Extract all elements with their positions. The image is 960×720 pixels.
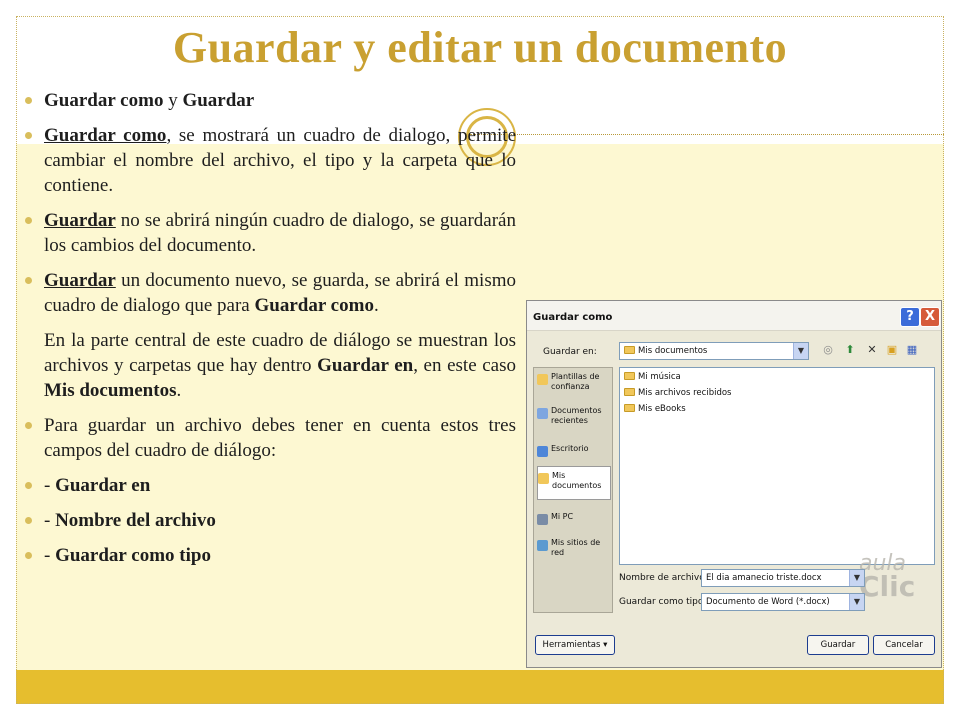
- place-label: Mis documentos: [552, 471, 602, 490]
- save-in-label: Guardar en:: [543, 347, 597, 357]
- dialog-title: Guardar como: [533, 312, 613, 323]
- folder-icon: [537, 374, 548, 385]
- tools-button[interactable]: Herramientas ▾: [535, 635, 615, 655]
- filename-label: Nombre de archivo:: [619, 573, 708, 583]
- place-my-pc[interactable]: Mi PC: [537, 512, 611, 525]
- chevron-down-icon[interactable]: ▼: [793, 343, 808, 359]
- folder-icon: [624, 388, 635, 396]
- save-as-dialog: Guardar como ? X Guardar en: Mis documen…: [526, 300, 942, 668]
- watermark-logo: aula Clic: [859, 551, 915, 603]
- chevron-down-icon[interactable]: ▼: [849, 594, 864, 610]
- place-my-documents[interactable]: Mis documentos: [537, 466, 611, 500]
- dialog-toolbar: ◎ ⬆ ✕ ▣ ▦: [821, 343, 937, 359]
- place-label: Mis sitios de red: [551, 538, 601, 557]
- filetype-value: Documento de Word (*.docx): [706, 597, 830, 607]
- bullet-item: Guardar no se abrirá ningún cuadro de di…: [24, 208, 516, 258]
- filename-input[interactable]: El dia amanecio triste.docx ▼: [701, 569, 865, 587]
- bullet-text: Guardar: [182, 90, 255, 111]
- bullet-text: Guardar como: [254, 295, 374, 316]
- recent-docs-icon: [537, 408, 548, 419]
- folder-icon: [624, 346, 635, 354]
- place-label: Escritorio: [551, 444, 589, 453]
- bullet-item: - Guardar en: [24, 473, 516, 498]
- file-list-item[interactable]: Mis archivos recibidos: [624, 388, 731, 398]
- paragraph: En la parte central de este cuadro de di…: [24, 328, 516, 403]
- bullet-text: Guardar como tipo: [55, 545, 211, 566]
- tools-button-label: Herramientas: [542, 640, 601, 650]
- close-icon[interactable]: X: [920, 307, 940, 327]
- new-folder-icon[interactable]: ▣: [885, 343, 899, 357]
- place-label: Plantillas de confianza: [551, 372, 600, 391]
- desktop-icon: [537, 446, 548, 457]
- views-icon[interactable]: ▦: [905, 343, 919, 357]
- chevron-down-icon: ▾: [603, 640, 608, 650]
- bullet-text: y: [163, 90, 183, 111]
- bullet-text: Nombre del archivo: [55, 510, 216, 531]
- bullet-text: Guardar: [44, 210, 116, 231]
- back-icon[interactable]: ◎: [821, 343, 835, 357]
- save-button[interactable]: Guardar: [807, 635, 869, 655]
- bullet-text: Guardar en: [55, 475, 151, 496]
- dialog-titlebar: Guardar como ? X: [527, 301, 941, 331]
- my-documents-icon: [538, 473, 549, 484]
- filename-value: El dia amanecio triste.docx: [706, 573, 822, 583]
- bullet-list: Guardar como y Guardar Guardar como, se …: [24, 88, 516, 568]
- place-network[interactable]: Mis sitios de red: [537, 538, 611, 558]
- bullet-item: - Nombre del archivo: [24, 508, 516, 533]
- bullet-text: no se abrirá ningún cuadro de dialogo, s…: [44, 210, 516, 256]
- bullet-text: -: [44, 475, 56, 496]
- place-label: Documentos recientes: [551, 406, 602, 425]
- save-in-dropdown[interactable]: Mis documentos ▼: [619, 342, 809, 360]
- bullet-text: Guardar como: [44, 125, 167, 146]
- watermark-text: Clic: [859, 570, 916, 603]
- chevron-down-icon[interactable]: ▼: [849, 570, 864, 586]
- slide-title: Guardar y editar un documento: [172, 23, 788, 72]
- cancel-button[interactable]: Cancelar: [873, 635, 935, 655]
- bullet-item: Para guardar un archivo debes tener en c…: [24, 413, 516, 463]
- bullet-text: -: [44, 510, 56, 531]
- bullet-text: Guardar como: [44, 90, 164, 111]
- bullet-item: - Guardar como tipo: [24, 543, 516, 568]
- bullet-text: -: [44, 545, 56, 566]
- place-trusted-templates[interactable]: Plantillas de confianza: [537, 372, 611, 392]
- places-bar: Plantillas de confianza Documentos recie…: [533, 367, 613, 613]
- paragraph-text: , en este caso: [413, 355, 517, 376]
- network-icon: [537, 540, 548, 551]
- place-recent-documents[interactable]: Documentos recientes: [537, 406, 611, 426]
- bullet-text: Guardar: [44, 270, 116, 291]
- file-name: Mis archivos recibidos: [638, 388, 732, 398]
- place-desktop[interactable]: Escritorio: [537, 444, 611, 457]
- save-in-text: Mis documentos: [638, 346, 708, 356]
- filetype-label: Guardar como tipo:: [619, 597, 707, 607]
- filetype-dropdown[interactable]: Documento de Word (*.docx) ▼: [701, 593, 865, 611]
- folder-icon: [624, 372, 635, 380]
- up-folder-icon[interactable]: ⬆: [843, 343, 857, 357]
- help-icon[interactable]: ?: [900, 307, 920, 327]
- file-list-item[interactable]: Mis eBooks: [624, 404, 686, 414]
- bullet-item: Guardar un documento nuevo, se guarda, s…: [24, 268, 516, 318]
- folder-icon: [624, 404, 635, 412]
- paragraph-text: Mis documentos: [44, 380, 177, 401]
- file-name: Mi música: [638, 372, 681, 382]
- file-list-item[interactable]: Mi música: [624, 372, 681, 382]
- bullet-text: Para guardar un archivo debes tener en c…: [44, 415, 516, 461]
- delete-icon[interactable]: ✕: [865, 343, 879, 357]
- file-name: Mis eBooks: [638, 404, 686, 414]
- save-in-value: Mis documentos: [624, 346, 707, 356]
- bullet-text: .: [373, 295, 379, 316]
- my-pc-icon: [537, 514, 548, 525]
- file-list[interactable]: Mi música Mis archivos recibidos Mis eBo…: [619, 367, 935, 565]
- bullet-item: Guardar como y Guardar: [24, 88, 516, 113]
- paragraph-text: .: [176, 380, 182, 401]
- bullet-item: Guardar como, se mostrará un cuadro de d…: [24, 123, 516, 198]
- place-label: Mi PC: [551, 512, 574, 521]
- paragraph-text: Guardar en: [317, 355, 414, 376]
